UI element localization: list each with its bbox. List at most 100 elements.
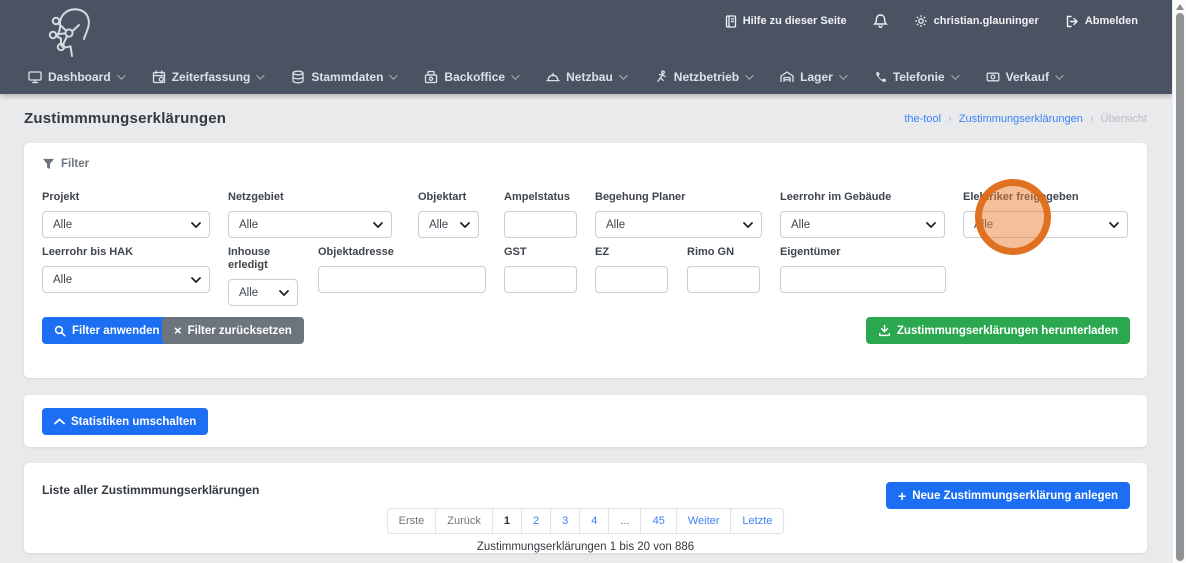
page-header: Zustimmmungserklärungen the-tool › Zusti… xyxy=(0,94,1172,143)
objektart-label: Objektart xyxy=(418,191,479,204)
objektadresse-input[interactable] xyxy=(318,266,486,293)
toggle-statistics-button[interactable]: Statistiken umschalten xyxy=(42,408,208,435)
scrollbar-up-arrow-icon[interactable] xyxy=(1176,4,1184,10)
plus-icon: + xyxy=(898,489,906,503)
list-title: Liste aller Zustimmmungserklärungen xyxy=(42,483,259,497)
chevron-down-icon xyxy=(373,222,383,228)
projekt-select[interactable]: Alle xyxy=(42,211,210,238)
calendar-clock-icon xyxy=(152,70,166,84)
nav-item-verkauf[interactable]: Verkauf xyxy=(986,70,1061,84)
breadcrumb-link-zustimmungserklaerungen[interactable]: Zustimmungserklärungen xyxy=(959,113,1083,125)
nav-label: Lager xyxy=(800,70,833,84)
help-label: Hilfe zu dieser Seite xyxy=(743,15,847,27)
nav-label: Telefonie xyxy=(893,70,945,84)
gst-label: GST xyxy=(504,246,577,259)
pagination-page-4[interactable]: 4 xyxy=(579,508,609,534)
chevron-down-icon xyxy=(117,71,125,79)
chevron-up-icon xyxy=(54,418,65,425)
rimo-gn-label: Rimo GN xyxy=(687,246,760,259)
logout-icon xyxy=(1065,15,1079,28)
ez-label: EZ xyxy=(595,246,668,259)
pagination-next[interactable]: Weiter xyxy=(676,508,732,534)
leerrohr-hak-select[interactable]: Alle xyxy=(42,266,210,293)
chevron-down-icon xyxy=(619,71,627,79)
download-button[interactable]: Zustimmungserklärungen herunterladen xyxy=(866,317,1130,344)
help-link[interactable]: Hilfe zu dieser Seite xyxy=(725,15,847,28)
gear-icon xyxy=(914,14,928,28)
pagination-previous[interactable]: Zurück xyxy=(435,508,493,534)
nav-item-backoffice[interactable]: Backoffice xyxy=(424,70,517,84)
ampelstatus-input[interactable] xyxy=(504,211,577,238)
bell-icon xyxy=(873,13,888,29)
gst-input[interactable] xyxy=(504,266,577,293)
filter-card: Filter Projekt Alle Netzgebiet Alle Obje… xyxy=(24,143,1147,378)
inhouse-erledigt-label: Inhouse erledigt xyxy=(228,246,298,272)
begehung-planer-select[interactable]: Alle xyxy=(595,211,762,238)
breadcrumb-current: Übersicht xyxy=(1101,113,1147,125)
nav-item-zeiterfassung[interactable]: Zeiterfassung xyxy=(152,70,263,84)
chevron-down-icon xyxy=(745,71,753,79)
nav-item-dashboard[interactable]: Dashboard xyxy=(28,70,123,84)
statistics-card: Statistiken umschalten xyxy=(24,395,1147,447)
leerrohr-gebaeude-select[interactable]: Alle xyxy=(780,211,945,238)
nav-label: Backoffice xyxy=(444,70,505,84)
pagination: Erste Zurück 1 2 3 4 ... 45 Weiter Letzt… xyxy=(387,508,785,534)
chevron-down-icon xyxy=(390,71,398,79)
app-window: Hilfe zu dieser Seite xyxy=(0,0,1186,563)
inhouse-erledigt-select[interactable]: Alle xyxy=(228,279,298,306)
pagination-page-1[interactable]: 1 xyxy=(492,508,522,534)
pagination-last[interactable]: Letzte xyxy=(730,508,784,534)
app-logo-icon[interactable] xyxy=(44,3,100,59)
nav-item-stammdaten[interactable]: Stammdaten xyxy=(291,70,395,84)
filter-header-label: Filter xyxy=(61,158,89,170)
elektriker-freigegeben-select[interactable]: Alle xyxy=(963,211,1128,238)
pagination-page-3[interactable]: 3 xyxy=(550,508,580,534)
nav-item-netzbau[interactable]: Netzbau xyxy=(546,70,625,84)
elektriker-freigegeben-label: Elektriker freigegeben xyxy=(963,191,1128,204)
new-entry-button[interactable]: + Neue Zustimmungserklärung anlegen xyxy=(886,482,1130,509)
pagination-ellipsis: ... xyxy=(608,508,641,534)
nav-label: Zeiterfassung xyxy=(172,70,251,84)
rimo-gn-input[interactable] xyxy=(687,266,760,293)
netzgebiet-select[interactable]: Alle xyxy=(228,211,392,238)
objektart-select[interactable]: Alle xyxy=(418,211,479,238)
runner-icon xyxy=(654,70,668,84)
pagination-first[interactable]: Erste xyxy=(387,508,437,534)
logout-button[interactable]: Abmelden xyxy=(1065,15,1138,28)
database-icon xyxy=(291,70,305,84)
nav-item-lager[interactable]: Lager xyxy=(780,70,845,84)
reset-filter-button[interactable]: × Filter zurücksetzen xyxy=(162,317,304,344)
breadcrumb-link-the-tool[interactable]: the-tool xyxy=(904,113,941,125)
logout-label: Abmelden xyxy=(1085,15,1138,27)
leerrohr-gebaeude-label: Leerrohr im Gebäude xyxy=(780,191,945,204)
eigentuemer-label: Eigentümer xyxy=(780,246,946,259)
nav-item-netzbetrieb[interactable]: Netzbetrieb xyxy=(654,70,751,84)
nav-item-telefonie[interactable]: Telefonie xyxy=(874,70,957,84)
begehung-planer-label: Begehung Planer xyxy=(595,191,762,204)
scrollbar[interactable] xyxy=(1172,0,1186,563)
apply-filter-button[interactable]: Filter anwenden xyxy=(42,317,172,344)
close-icon: × xyxy=(174,324,182,337)
scrollbar-thumb[interactable] xyxy=(1176,13,1184,561)
chevron-down-icon xyxy=(257,71,265,79)
eigentuemer-input[interactable] xyxy=(780,266,946,293)
breadcrumb: the-tool › Zustimmungserklärungen › Über… xyxy=(904,113,1147,125)
netzgebiet-label: Netzgebiet xyxy=(228,191,392,204)
chevron-down-icon xyxy=(1055,71,1063,79)
nav-label: Netzbau xyxy=(566,70,613,84)
leerrohr-hak-label: Leerrohr bis HAK xyxy=(42,246,210,259)
ez-input[interactable] xyxy=(595,266,668,293)
chevron-down-icon xyxy=(951,71,959,79)
pagination-page-45[interactable]: 45 xyxy=(641,508,677,534)
username-label: christian.glauninger xyxy=(934,15,1039,27)
pagination-page-2[interactable]: 2 xyxy=(521,508,551,534)
book-icon xyxy=(725,15,737,28)
nav-label: Stammdaten xyxy=(311,70,383,84)
projekt-label: Projekt xyxy=(42,191,210,204)
chevron-down-icon xyxy=(839,71,847,79)
monitor-icon xyxy=(28,70,42,84)
notifications-button[interactable] xyxy=(873,13,888,29)
chevron-down-icon xyxy=(1109,222,1119,228)
nav-label: Dashboard xyxy=(48,70,111,84)
user-menu[interactable]: christian.glauninger xyxy=(914,14,1039,28)
